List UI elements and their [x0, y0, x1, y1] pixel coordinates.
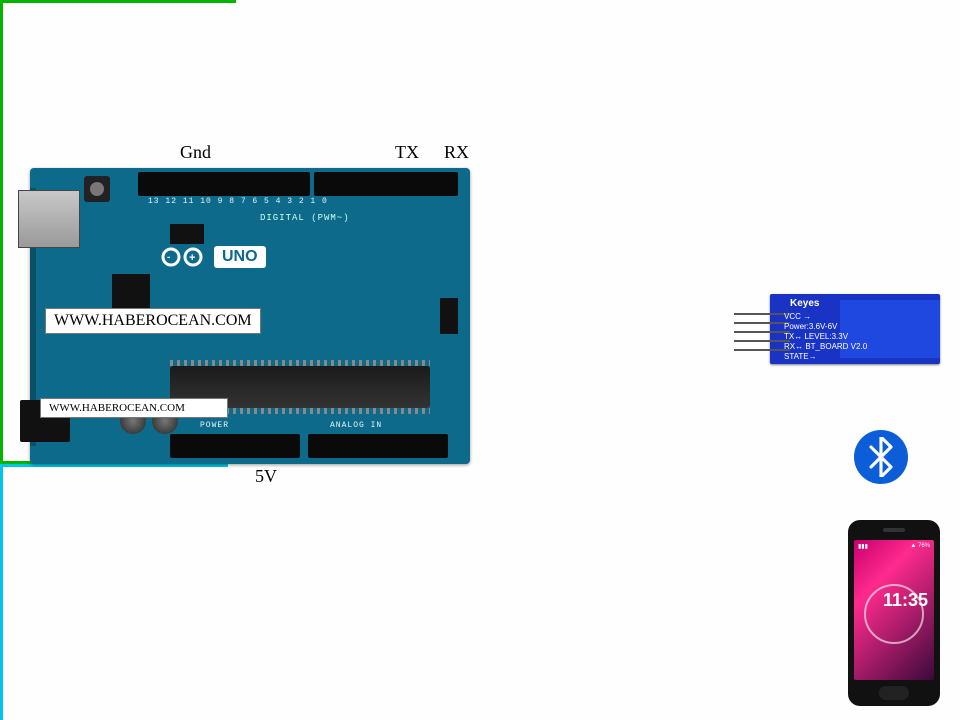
reset-button — [84, 176, 110, 202]
label-gnd: Gnd — [180, 142, 211, 163]
bt-module-pins — [734, 306, 774, 358]
label-5v: 5V — [255, 466, 277, 487]
arduino-logo: -+ UNO — [160, 246, 266, 268]
bt-row-power: Power:3.6V-6V — [784, 322, 867, 332]
label-tx: TX — [395, 142, 419, 163]
wire-rx-cyan — [0, 464, 228, 467]
wiring-diagram: Gnd TX RX 5V 13 12 11 10 9 8 7 6 5 4 3 2… — [0, 0, 960, 720]
silk-pin-numbers: 13 12 11 10 9 8 7 6 5 4 3 2 1 0 — [148, 198, 448, 206]
phone-signal: ▮▮▮ — [858, 543, 868, 550]
phone-battery: ▲ 76% — [910, 543, 930, 550]
infinity-icon: -+ — [160, 246, 204, 268]
bluetooth-icon — [854, 430, 908, 484]
svg-text:+: + — [189, 252, 195, 264]
icsp-header — [440, 298, 458, 334]
header-analog — [308, 434, 448, 458]
wire-tx-green — [0, 151, 3, 461]
watermark-url-small: WWW.HABEROCEAN.COM — [40, 398, 228, 418]
bt-module-labels: VCC → Power:3.6V-6V TX↔ LEVEL:3.3V RX↔ B… — [784, 312, 867, 362]
uno-badge: UNO — [214, 246, 266, 268]
usb-port — [18, 190, 80, 248]
phone-speaker — [883, 528, 905, 532]
wire-rx-cyan — [0, 597, 3, 720]
bt-module-title: Keyes — [790, 298, 819, 309]
bluetooth-module: Keyes VCC → Power:3.6V-6V TX↔ LEVEL:3.3V… — [770, 294, 940, 364]
smartphone: ▮▮▮ ▲ 76% 11:35 — [848, 520, 940, 706]
icsp2-header — [170, 224, 204, 244]
silk-analog: ANALOG IN — [330, 422, 382, 430]
wire-rx-cyan — [0, 467, 3, 597]
phone-home-button — [879, 686, 909, 700]
silk-digital: DIGITAL (PWM~) — [260, 214, 350, 223]
wire-tx-green — [0, 0, 236, 3]
watermark-url: WWW.HABEROCEAN.COM — [45, 308, 261, 334]
phone-statusbar: ▮▮▮ ▲ 76% — [858, 543, 930, 550]
label-rx: RX — [444, 142, 469, 163]
svg-text:-: - — [167, 252, 170, 263]
wire-tx-green — [0, 3, 3, 151]
bt-row-tx: TX↔ LEVEL:3.3V — [784, 332, 867, 342]
bt-row-rx: RX↔ BT_BOARD V2.0 — [784, 342, 867, 352]
header-digital-left — [138, 172, 310, 196]
bt-row-vcc: VCC → — [784, 312, 867, 322]
header-power — [170, 434, 300, 458]
phone-screen: ▮▮▮ ▲ 76% 11:35 — [854, 540, 934, 680]
header-digital-right — [314, 172, 458, 196]
smd-chip — [112, 274, 150, 312]
phone-time: 11:35 — [883, 590, 928, 611]
bt-row-state: STATE→ — [784, 352, 867, 362]
silk-power: POWER — [200, 422, 229, 430]
